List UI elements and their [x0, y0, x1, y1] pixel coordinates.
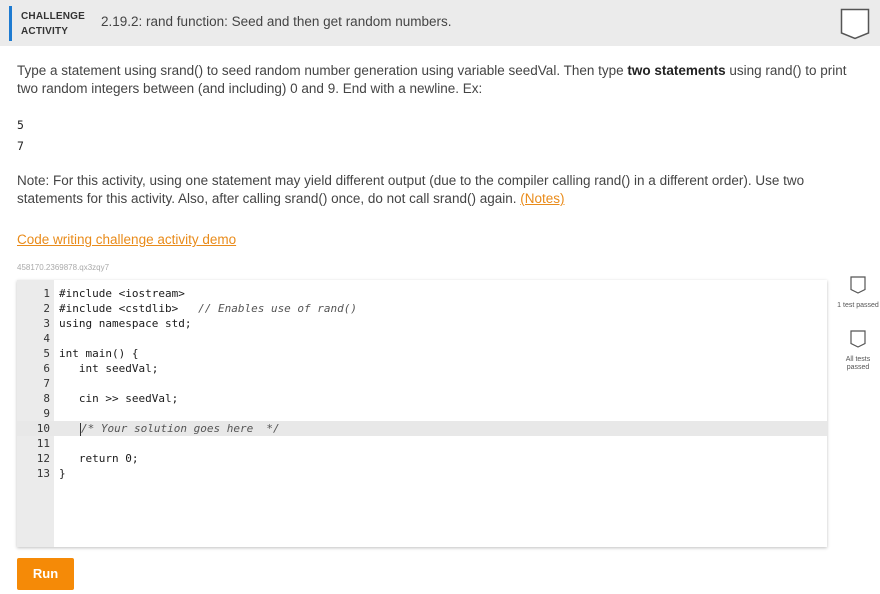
test2-result: All tests passed	[836, 330, 880, 372]
code-lines[interactable]: 1 #include <iostream> 2 #include <cstdlib>…	[17, 286, 827, 481]
code-text[interactable]: cin >> seedVal;	[59, 391, 178, 406]
reference-id: 458170.2369878.qx3zqy7	[17, 263, 110, 272]
code-text[interactable]: int seedVal;	[59, 361, 158, 376]
code-line[interactable]: 2 #include <cstdlib> // Enables use of ra…	[17, 301, 827, 316]
test1-badge-icon	[850, 276, 866, 294]
code-text[interactable]: }	[59, 466, 66, 481]
code-line-active[interactable]: 10 /* Your solution goes here */	[17, 421, 827, 436]
activity-type-label: CHALLENGE ACTIVITY	[9, 6, 89, 41]
test2-label: All tests passed	[845, 356, 871, 371]
code-line[interactable]: 1 #include <iostream>	[17, 286, 827, 301]
demo-link[interactable]: Code writing challenge activity demo	[17, 232, 236, 247]
line-number: 6	[43, 362, 50, 375]
code-text[interactable]: int main() {	[59, 346, 138, 361]
line-number: 8	[43, 392, 50, 405]
line-number: 2	[43, 302, 50, 315]
instructions-part1: Type a statement using srand() to seed r…	[17, 63, 628, 78]
activity-type-line2: ACTIVITY	[21, 26, 69, 37]
code-line[interactable]: 11	[17, 436, 827, 451]
code-text[interactable]: using namespace std;	[59, 316, 191, 331]
example-output: 5 7	[17, 115, 24, 157]
line-number: 5	[43, 347, 50, 360]
note-text: Note: For this activity, using one state…	[17, 172, 867, 208]
activity-header: CHALLENGE ACTIVITY 2.19.2: rand function…	[0, 0, 880, 46]
code-text[interactable]: /* Your solution goes here */	[80, 421, 280, 436]
line-number: 13	[36, 467, 50, 480]
completion-badge-icon	[840, 8, 870, 44]
run-button[interactable]: Run	[17, 558, 74, 590]
activity-type-line1: CHALLENGE	[21, 11, 86, 22]
code-text[interactable]: #include <cstdlib> // Enables use of ran…	[59, 301, 357, 316]
example-output-line: 5	[17, 118, 24, 132]
code-line[interactable]: 7	[17, 376, 827, 391]
line-number: 4	[43, 332, 50, 345]
line-number: 7	[43, 377, 50, 390]
line-number: 12	[36, 452, 50, 465]
code-text[interactable]: #include <iostream>	[59, 286, 185, 301]
activity-title: 2.19.2: rand function: Seed and then get…	[101, 14, 452, 29]
instructions-text: Type a statement using srand() to seed r…	[17, 62, 867, 98]
line-number: 10	[36, 422, 50, 435]
line-number: 11	[36, 437, 50, 450]
line-number: 9	[43, 407, 50, 420]
code-line[interactable]: 13}	[17, 466, 827, 481]
code-line[interactable]: 9	[17, 406, 827, 421]
code-line[interactable]: 3 using namespace std;	[17, 316, 827, 331]
code-segment: #include <cstdlib>	[59, 302, 179, 315]
code-comment: // Enables use of rand()	[198, 302, 358, 315]
code-text[interactable]: return 0;	[59, 451, 139, 466]
line-number: 3	[43, 317, 50, 330]
note-body: Note: For this activity, using one state…	[17, 173, 805, 206]
code-line[interactable]: 4	[17, 331, 827, 346]
code-line[interactable]: 12 return 0;	[17, 451, 827, 466]
code-line[interactable]: 8 cin >> seedVal;	[17, 391, 827, 406]
line-number: 1	[43, 287, 50, 300]
notes-link[interactable]: (Notes)	[520, 191, 564, 206]
test1-result: 1 test passed	[836, 276, 880, 310]
solution-placeholder-comment: /* Your solution goes here */	[81, 422, 280, 435]
test2-badge-icon	[850, 330, 866, 348]
example-output-line: 7	[17, 139, 24, 153]
code-line[interactable]: 6 int seedVal;	[17, 361, 827, 376]
code-line[interactable]: 5 int main() {	[17, 346, 827, 361]
code-editor[interactable]: 1 #include <iostream> 2 #include <cstdlib>…	[17, 280, 827, 547]
test1-label: 1 test passed	[837, 302, 879, 309]
instructions-bold: two statements	[627, 63, 726, 78]
